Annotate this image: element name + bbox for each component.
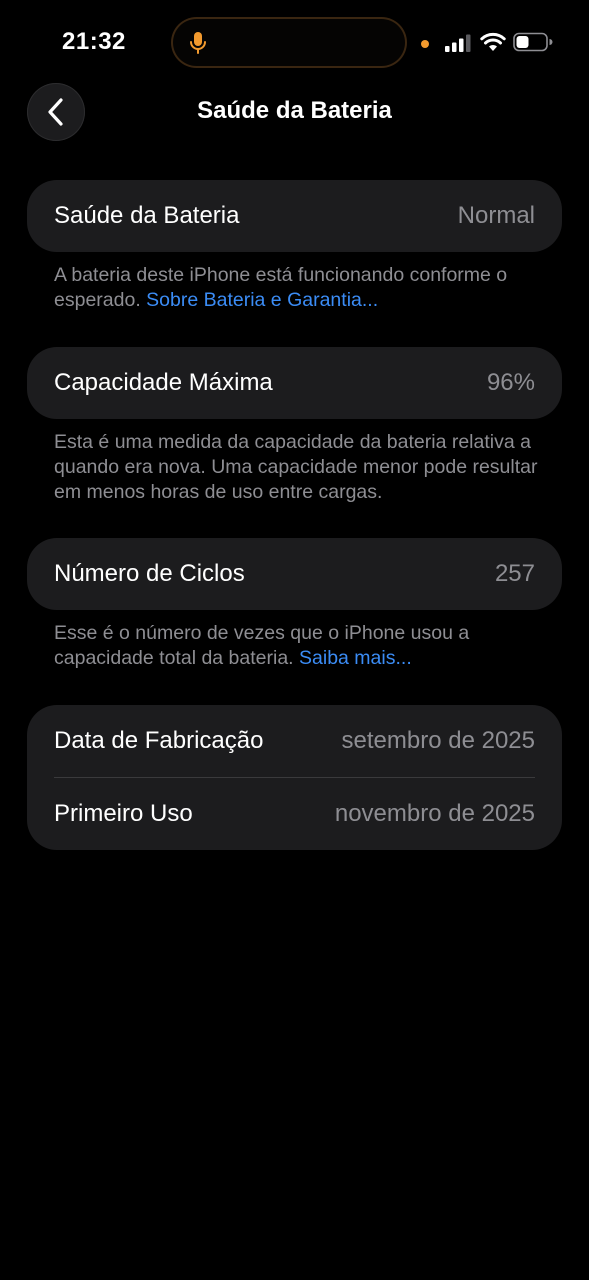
manufacture-date-value: setembro de 2025 xyxy=(341,727,535,754)
cycle-count-label: Número de Ciclos xyxy=(54,560,245,587)
dynamic-island xyxy=(171,17,407,68)
microphone-icon xyxy=(190,32,206,54)
manufacture-date-label: Data de Fabricação xyxy=(54,727,264,754)
first-use-label: Primeiro Uso xyxy=(54,800,193,827)
battery-health-row: Saúde da Bateria Normal xyxy=(27,180,562,252)
battery-health-label: Saúde da Bateria xyxy=(54,202,240,229)
battery-warranty-link[interactable]: Sobre Bateria e Garantia... xyxy=(146,289,378,311)
maximum-capacity-card: Capacidade Máxima 96% xyxy=(27,347,562,419)
battery-health-card: Saúde da Bateria Normal xyxy=(27,180,562,252)
maximum-capacity-value: 96% xyxy=(486,369,535,396)
first-use-row: Primeiro Uso novembro de 2025 xyxy=(27,778,562,850)
maximum-capacity-label: Capacidade Máxima xyxy=(54,369,273,396)
cycle-count-value: 257 xyxy=(494,560,535,587)
battery-health-value: Normal xyxy=(457,202,535,229)
status-time: 21:32 xyxy=(62,28,126,55)
cycle-count-footnote: Esse é o número de vezes que o iPhone us… xyxy=(54,621,554,671)
privacy-indicator-dot xyxy=(421,40,429,48)
first-use-value: novembro de 2025 xyxy=(334,800,535,827)
page-title: Saúde da Bateria xyxy=(197,97,392,124)
battery-icon xyxy=(513,32,553,52)
cellular-signal-icon xyxy=(445,34,471,52)
cycle-count-row: Número de Ciclos 257 xyxy=(27,538,562,610)
manufacture-date-row: Data de Fabricação setembro de 2025 xyxy=(27,705,562,777)
maximum-capacity-row: Capacidade Máxima 96% xyxy=(27,347,562,419)
cycle-count-card: Número de Ciclos 257 xyxy=(27,538,562,610)
dates-card: Data de Fabricação setembro de 2025 Prim… xyxy=(27,705,562,850)
wifi-icon xyxy=(480,32,506,51)
battery-health-footnote: A bateria deste iPhone está funcionando … xyxy=(54,263,554,313)
maximum-capacity-footnote: Esta é uma medida da capacidade da bater… xyxy=(54,431,538,503)
status-bar: 21:32 xyxy=(0,0,589,88)
learn-more-link[interactable]: Saiba mais... xyxy=(299,647,412,669)
